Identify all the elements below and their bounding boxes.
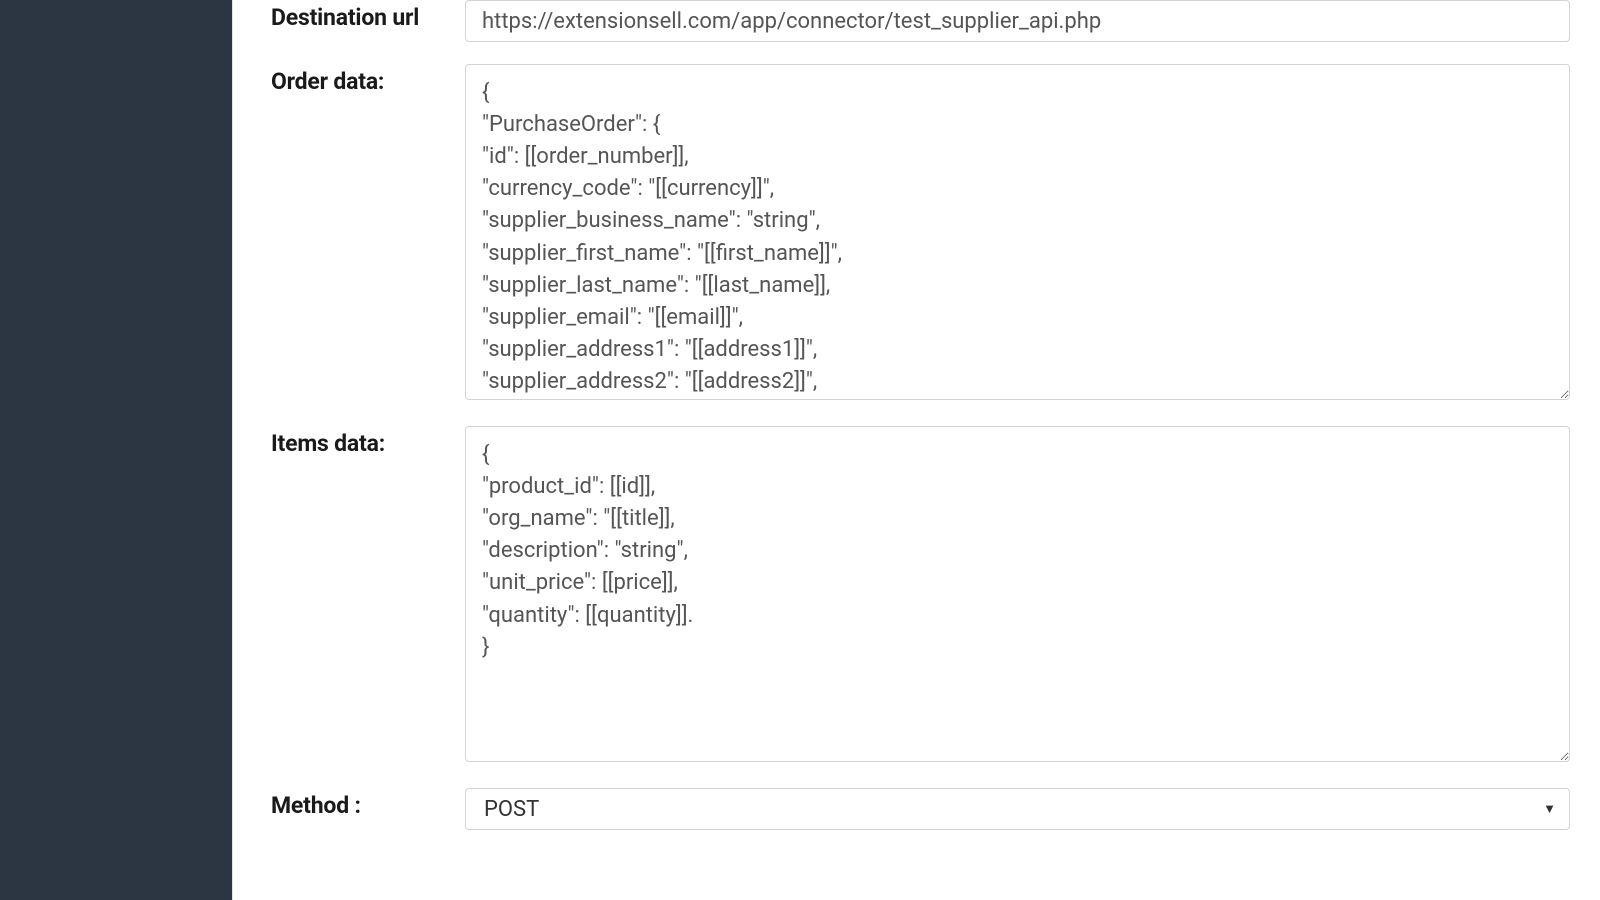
destination-url-label: Destination url xyxy=(271,0,465,31)
order-data-textarea[interactable] xyxy=(465,64,1570,400)
form-row-method: Method : POST ▼ xyxy=(271,788,1570,830)
destination-url-input[interactable] xyxy=(465,0,1570,42)
form-row-destination-url: Destination url xyxy=(271,0,1570,42)
method-select[interactable]: POST xyxy=(465,788,1570,830)
order-data-label: Order data: xyxy=(271,64,465,95)
items-data-label: Items data: xyxy=(271,426,465,457)
items-data-textarea[interactable] xyxy=(465,426,1570,762)
main-content: Destination url Order data: Items data: … xyxy=(232,0,1600,900)
method-label: Method : xyxy=(271,788,465,819)
form-row-order-data: Order data: xyxy=(271,64,1570,404)
form-row-items-data: Items data: xyxy=(271,426,1570,766)
sidebar xyxy=(0,0,232,900)
